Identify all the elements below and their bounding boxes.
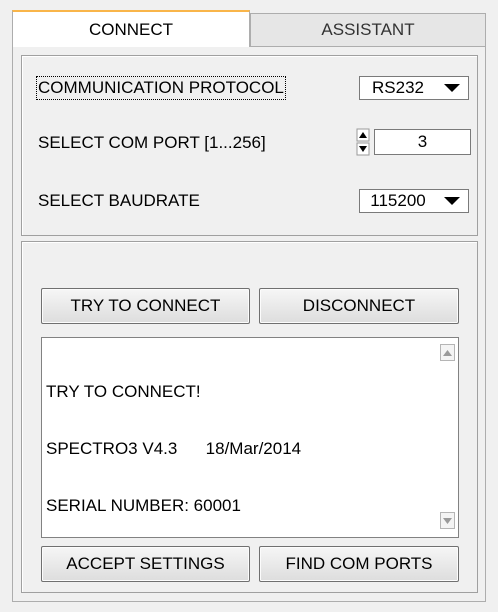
connect-panel: COMMUNICATION PROTOCOL RS232 SELECT COM … [12,46,486,602]
log-line: SERIAL NUMBER: 60001 [46,496,241,515]
find-com-ports-button[interactable]: FIND COM PORTS [259,546,459,582]
accept-settings-button[interactable]: ACCEPT SETTINGS [41,546,250,582]
chevron-down-icon[interactable] [440,80,464,96]
baudrate-value: 115200 [370,191,426,210]
com-port-value: 3 [417,132,428,151]
protocol-value: RS232 [372,78,424,97]
connection-actions-group: TRY TO CONNECT DISCONNECT TRY TO CONNECT… [21,241,478,593]
status-log-text: TRY TO CONNECT! SPECTRO3 V4.3 18/Mar/201… [46,344,301,553]
com-port-spinner[interactable] [354,127,372,157]
try-to-connect-label: TRY TO CONNECT [70,296,221,315]
tab-connect[interactable]: CONNECT [12,10,250,47]
tab-assistant-label: ASSISTANT [321,20,415,39]
protocol-select[interactable]: RS232 [359,76,469,100]
tab-connect-label: CONNECT [88,19,174,39]
disconnect-button[interactable]: DISCONNECT [259,288,459,324]
scroll-up-icon[interactable] [440,344,455,361]
connection-settings-group: COMMUNICATION PROTOCOL RS232 SELECT COM … [21,55,478,236]
disconnect-label: DISCONNECT [302,296,416,315]
baudrate-label: SELECT BAUDRATE [38,191,200,210]
log-scrollbar[interactable] [438,338,458,537]
try-to-connect-button[interactable]: TRY TO CONNECT [41,288,250,324]
tab-bar: CONNECT ASSISTANT [12,10,488,47]
log-line: SPECTRO3 V4.3 18/Mar/2014 [46,439,302,458]
com-port-label: SELECT COM PORT [1...256] [38,133,266,152]
com-port-input[interactable]: 3 [374,129,471,155]
protocol-label: COMMUNICATION PROTOCOL [36,76,286,100]
baudrate-select[interactable]: 115200 [359,189,469,213]
scroll-down-icon[interactable] [440,512,455,529]
tab-assistant[interactable]: ASSISTANT [250,13,486,46]
log-line: TRY TO CONNECT! [46,382,201,401]
chevron-down-icon[interactable] [440,193,464,209]
accept-settings-label: ACCEPT SETTINGS [66,554,225,573]
status-log[interactable]: TRY TO CONNECT! SPECTRO3 V4.3 18/Mar/201… [41,337,459,538]
find-com-ports-label: FIND COM PORTS [285,554,433,573]
